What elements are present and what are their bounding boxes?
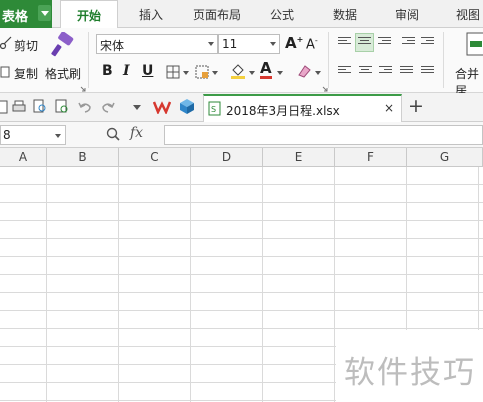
- align-left-icon[interactable]: [338, 66, 351, 77]
- chevron-down-icon: [208, 42, 214, 46]
- increase-indent-icon[interactable]: [421, 37, 434, 48]
- name-box-value: 8: [3, 128, 11, 142]
- tab-review[interactable]: 审阅: [395, 0, 419, 28]
- align-center-icon[interactable]: [359, 66, 372, 77]
- print-preview-icon[interactable]: [33, 99, 47, 114]
- chevron-down-icon[interactable]: [277, 71, 283, 75]
- fill-color-icon[interactable]: [230, 62, 246, 80]
- chevron-down-icon[interactable]: [315, 71, 321, 75]
- tab-data[interactable]: 数据: [333, 0, 357, 28]
- chevron-down-icon[interactable]: [212, 71, 218, 75]
- name-box[interactable]: 8: [0, 125, 66, 145]
- new-tab-button[interactable]: +: [408, 95, 424, 117]
- wps-logo-icon[interactable]: [153, 100, 171, 114]
- chevron-down-icon[interactable]: [133, 105, 141, 110]
- redo-icon[interactable]: [101, 101, 115, 113]
- copy-icon: [0, 66, 10, 78]
- app-menu-label: 表格: [2, 10, 29, 25]
- italic-button[interactable]: I: [123, 63, 130, 79]
- formula-input[interactable]: [164, 125, 483, 145]
- decrease-indent-icon[interactable]: [402, 37, 415, 48]
- font-color-button[interactable]: A: [260, 61, 272, 79]
- quick-access-toolbar: S 2018年3月日程.xlsx × +: [0, 93, 483, 122]
- column-header-row: A B C D E F G: [0, 148, 483, 167]
- zoom-icon[interactable]: [106, 127, 121, 142]
- column-header-g[interactable]: G: [407, 148, 483, 167]
- grid-line: [0, 274, 483, 275]
- ribbon-home: 剪切 复制 格式刷 宋体 11 A+ A- B I U A 合并居: [0, 28, 483, 98]
- chevron-down-icon[interactable]: [183, 71, 189, 75]
- column-header-c[interactable]: C: [119, 148, 191, 167]
- underline-button[interactable]: U: [142, 63, 153, 79]
- merge-center-icon[interactable]: [466, 32, 483, 56]
- column-header-e[interactable]: E: [263, 148, 335, 167]
- tab-formulas[interactable]: 公式: [270, 0, 294, 28]
- close-tab-icon[interactable]: ×: [384, 101, 394, 115]
- menu-bar: 表格 开始 插入 页面布局 公式 数据 审阅 视图: [0, 0, 483, 29]
- grid-line: [0, 328, 483, 329]
- save-icon[interactable]: [0, 100, 8, 114]
- bold-button[interactable]: B: [102, 63, 113, 79]
- dialog-launcher-icon[interactable]: [80, 86, 86, 92]
- document-tab[interactable]: S 2018年3月日程.xlsx ×: [203, 94, 402, 122]
- grid-line: [0, 202, 483, 203]
- export-pdf-icon[interactable]: [55, 99, 69, 114]
- cube-icon[interactable]: [179, 98, 196, 115]
- spreadsheet-file-icon: S: [208, 101, 221, 116]
- tab-view[interactable]: 视图: [456, 0, 480, 28]
- ribbon-divider: [88, 32, 89, 88]
- column-header-f[interactable]: F: [335, 148, 407, 167]
- chevron-down-icon: [270, 42, 276, 46]
- clear-format-icon[interactable]: [296, 63, 312, 79]
- grid-line: [0, 256, 483, 257]
- tab-home[interactable]: 开始: [60, 0, 118, 29]
- column-header-d[interactable]: D: [191, 148, 263, 167]
- undo-icon[interactable]: [78, 101, 92, 113]
- scissors-icon: [0, 36, 12, 50]
- align-top-icon[interactable]: [338, 37, 351, 48]
- ribbon-divider: [443, 32, 444, 88]
- app-menu-button[interactable]: 表格: [0, 0, 52, 28]
- distributed-align-icon[interactable]: [421, 66, 434, 77]
- align-right-icon[interactable]: [379, 66, 392, 77]
- chevron-down-icon: [55, 134, 61, 138]
- justify-icon[interactable]: [400, 66, 413, 77]
- font-name-select[interactable]: 宋体: [96, 34, 218, 54]
- increase-font-size-icon[interactable]: A+: [285, 34, 303, 52]
- column-header-b[interactable]: B: [47, 148, 119, 167]
- tab-page-layout[interactable]: 页面布局: [193, 0, 241, 28]
- formula-bar: 8 fx: [0, 122, 483, 148]
- decrease-font-size-icon[interactable]: A-: [306, 36, 318, 52]
- font-name-value: 宋体: [100, 39, 125, 53]
- format-painter-icon[interactable]: [50, 32, 76, 58]
- cut-button[interactable]: 剪切: [14, 37, 38, 54]
- tab-insert[interactable]: 插入: [139, 0, 163, 28]
- grid-line: [0, 238, 483, 239]
- chevron-down-icon[interactable]: [38, 5, 51, 21]
- font-size-select[interactable]: 11: [218, 34, 280, 54]
- cell-style-icon[interactable]: [195, 65, 209, 79]
- document-tab-name: 2018年3月日程.xlsx: [226, 104, 340, 118]
- borders-icon[interactable]: [166, 65, 180, 79]
- spreadsheet-app: 表格 开始 插入 页面布局 公式 数据 审阅 视图 剪切 复制 格式刷 宋体 1…: [0, 0, 483, 402]
- column-header-a[interactable]: A: [0, 148, 47, 167]
- grid-line: [0, 310, 483, 311]
- format-painter-button[interactable]: 格式刷: [45, 65, 81, 82]
- grid-line: [0, 220, 483, 221]
- align-bottom-icon[interactable]: [378, 37, 391, 48]
- align-middle-icon[interactable]: [358, 37, 371, 48]
- insert-function-button[interactable]: fx: [130, 125, 143, 141]
- copy-button[interactable]: 复制: [14, 65, 38, 82]
- ribbon-divider: [328, 32, 329, 88]
- chevron-down-icon[interactable]: [249, 71, 255, 75]
- svg-text:S: S: [211, 105, 216, 114]
- watermark-text: 软件技巧: [344, 355, 476, 391]
- print-icon[interactable]: [12, 100, 26, 114]
- grid-line: [0, 184, 483, 185]
- dialog-launcher-icon[interactable]: [322, 86, 328, 92]
- font-size-value: 11: [222, 37, 238, 51]
- grid-line: [0, 292, 483, 293]
